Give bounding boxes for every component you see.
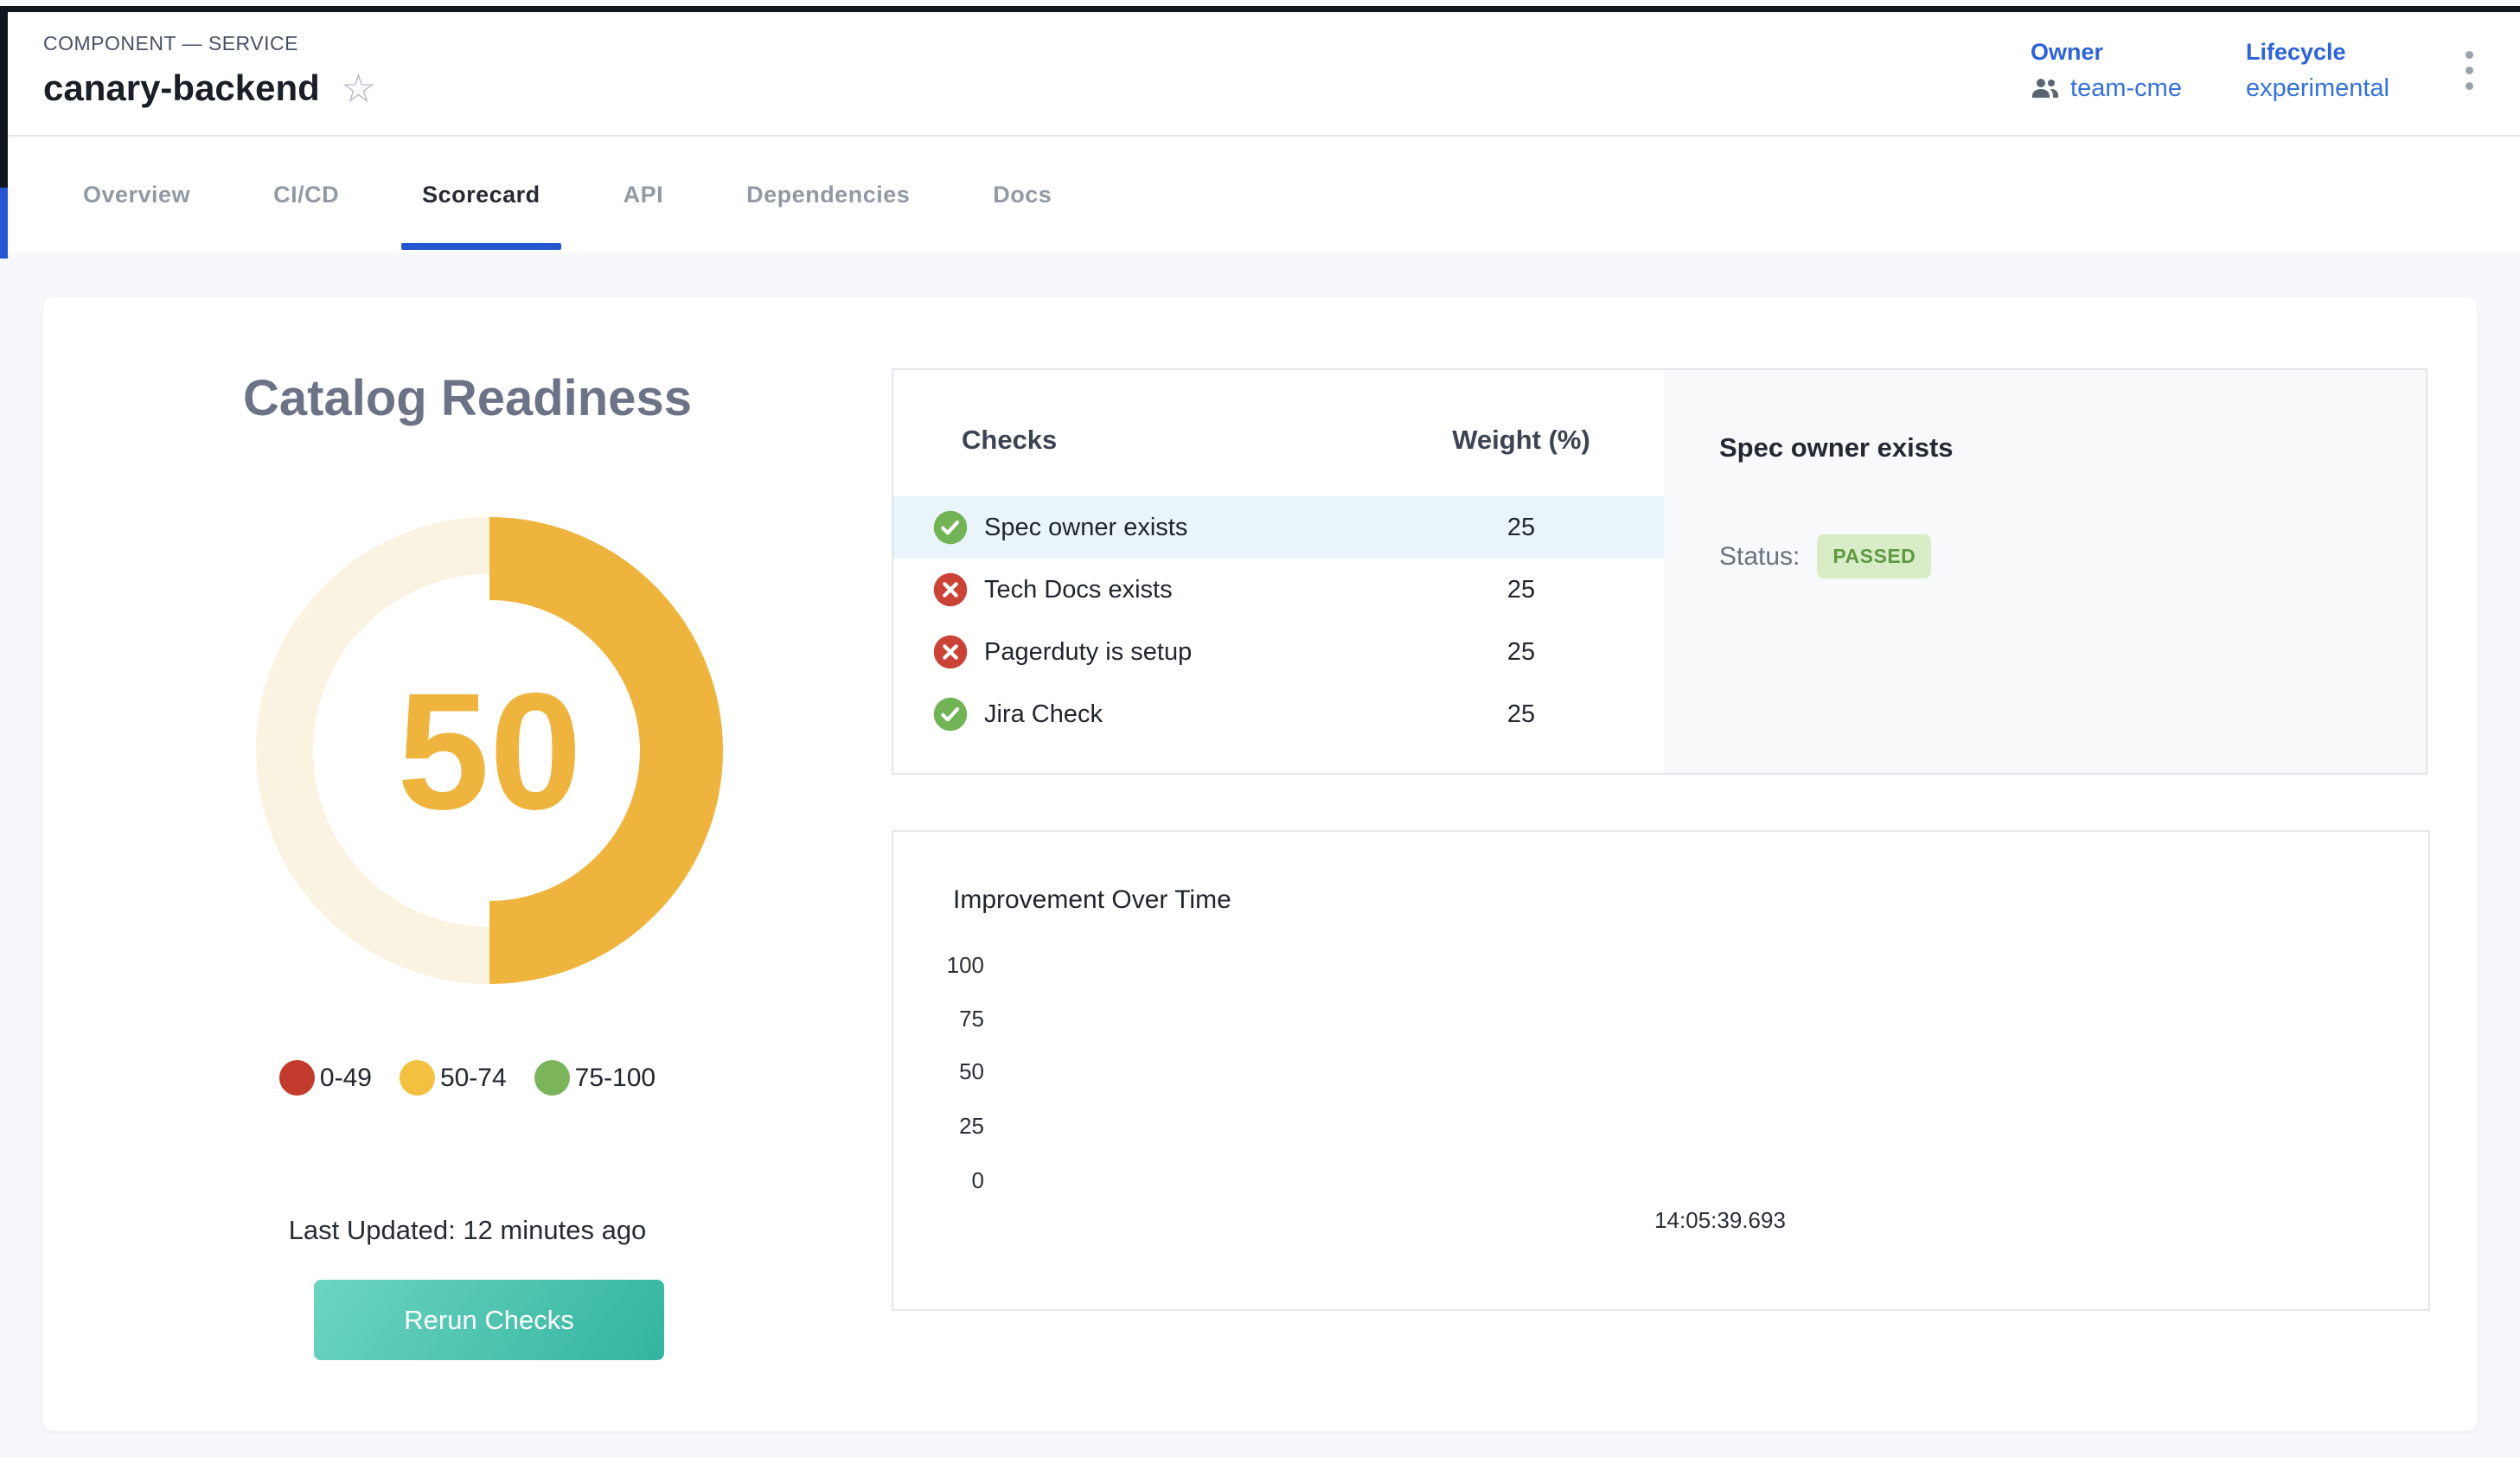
sidebar-strip [0,12,8,188]
x-circle-icon [932,634,969,670]
chart-title: Improvement Over Time [953,885,1231,915]
more-options-kebab-icon[interactable] [2453,42,2485,99]
legend-item-mid: 50-74 [400,1060,507,1096]
owner-link[interactable]: team-cme [2070,74,2182,103]
check-circle-icon [932,509,969,546]
lifecycle-label: Lifecycle [2246,39,2389,66]
legend-label: 75-100 [575,1064,656,1093]
lifecycle-value: experimental [2246,74,2389,103]
check-detail-panel: Spec owner exists Status: PASSED [1664,370,2426,773]
checks-column-header: Checks [962,425,1430,456]
y-axis-tick: 0 [893,1167,984,1194]
check-name: Pagerduty is setup [984,638,1192,667]
scorecard-panel: Catalog Readiness 50 0-49 50-74 75-100 L… [43,297,2477,1431]
status-badge: PASSED [1817,534,1931,578]
tab-docs[interactable]: Docs [951,137,1093,252]
checks-table-header: Checks Weight (%) [893,412,1664,469]
tab-scorecard[interactable]: Scorecard [381,137,582,252]
people-icon [2031,77,2060,99]
tab-dependencies[interactable]: Dependencies [705,137,951,252]
legend-item-high: 75-100 [534,1060,656,1096]
score-gauge: 50 [256,517,723,984]
owner-block: Owner team-cme [2031,39,2182,103]
y-axis-tick: 75 [893,1006,984,1032]
check-circle-icon [932,696,969,732]
legend-label: 0-49 [320,1064,372,1093]
checks-table: Checks Weight (%) Spec owner exists 25 [893,370,1664,773]
check-detail-title: Spec owner exists [1719,432,2370,463]
y-axis-tick: 100 [893,952,984,979]
rerun-checks-button[interactable]: Rerun Checks [314,1280,664,1360]
check-row-spec-owner[interactable]: Spec owner exists 25 [893,496,1664,559]
y-axis-tick: 50 [893,1058,984,1085]
favorite-star-icon[interactable]: ☆ [341,68,376,108]
check-name: Jira Check [984,700,1103,729]
owner-label: Owner [2031,39,2182,66]
status-label: Status: [1719,542,1800,572]
entity-header: COMPONENT — SERVICE canary-backend ☆ Own… [0,6,2520,137]
x-circle-icon [932,572,969,608]
check-weight: 25 [1430,576,1612,604]
check-weight: 25 [1430,514,1612,542]
tab-cicd[interactable]: CI/CD [232,137,381,252]
check-row-jira[interactable]: Jira Check 25 [893,683,1664,745]
y-axis-tick: 25 [893,1113,984,1140]
score-value: 50 [256,517,723,984]
x-axis-tick: 14:05:39.693 [1616,1207,1824,1234]
legend-dot-yellow [400,1060,435,1096]
legend-dot-red [279,1060,315,1096]
breadcrumb: COMPONENT — SERVICE [43,32,376,55]
checks-container: Checks Weight (%) Spec owner exists 25 [892,368,2427,775]
entity-tabs: Overview CI/CD Scorecard API Dependencie… [0,137,2520,252]
check-name: Tech Docs exists [984,576,1173,604]
page-title: canary-backend [43,67,320,109]
scorecard-title: Catalog Readiness [43,369,892,427]
check-weight: 25 [1430,638,1612,667]
improvement-chart: Improvement Over Time 100 75 50 25 0 14:… [892,830,2430,1311]
check-row-tech-docs[interactable]: Tech Docs exists 25 [893,559,1664,621]
check-name: Spec owner exists [984,514,1187,542]
weight-column-header: Weight (%) [1430,425,1612,456]
window-top-edge [0,6,2520,12]
check-weight: 25 [1430,700,1612,729]
check-row-pagerduty[interactable]: Pagerduty is setup 25 [893,621,1664,683]
lifecycle-block: Lifecycle experimental [2246,39,2389,103]
legend-dot-green [534,1060,570,1096]
legend-item-low: 0-49 [279,1060,372,1096]
last-updated-text: Last Updated: 12 minutes ago [43,1215,892,1246]
tab-api[interactable]: API [582,137,706,252]
legend-label: 50-74 [440,1064,507,1093]
score-legend: 0-49 50-74 75-100 [43,1060,892,1096]
sidebar-active-indicator [0,188,8,259]
tab-overview[interactable]: Overview [42,137,232,252]
